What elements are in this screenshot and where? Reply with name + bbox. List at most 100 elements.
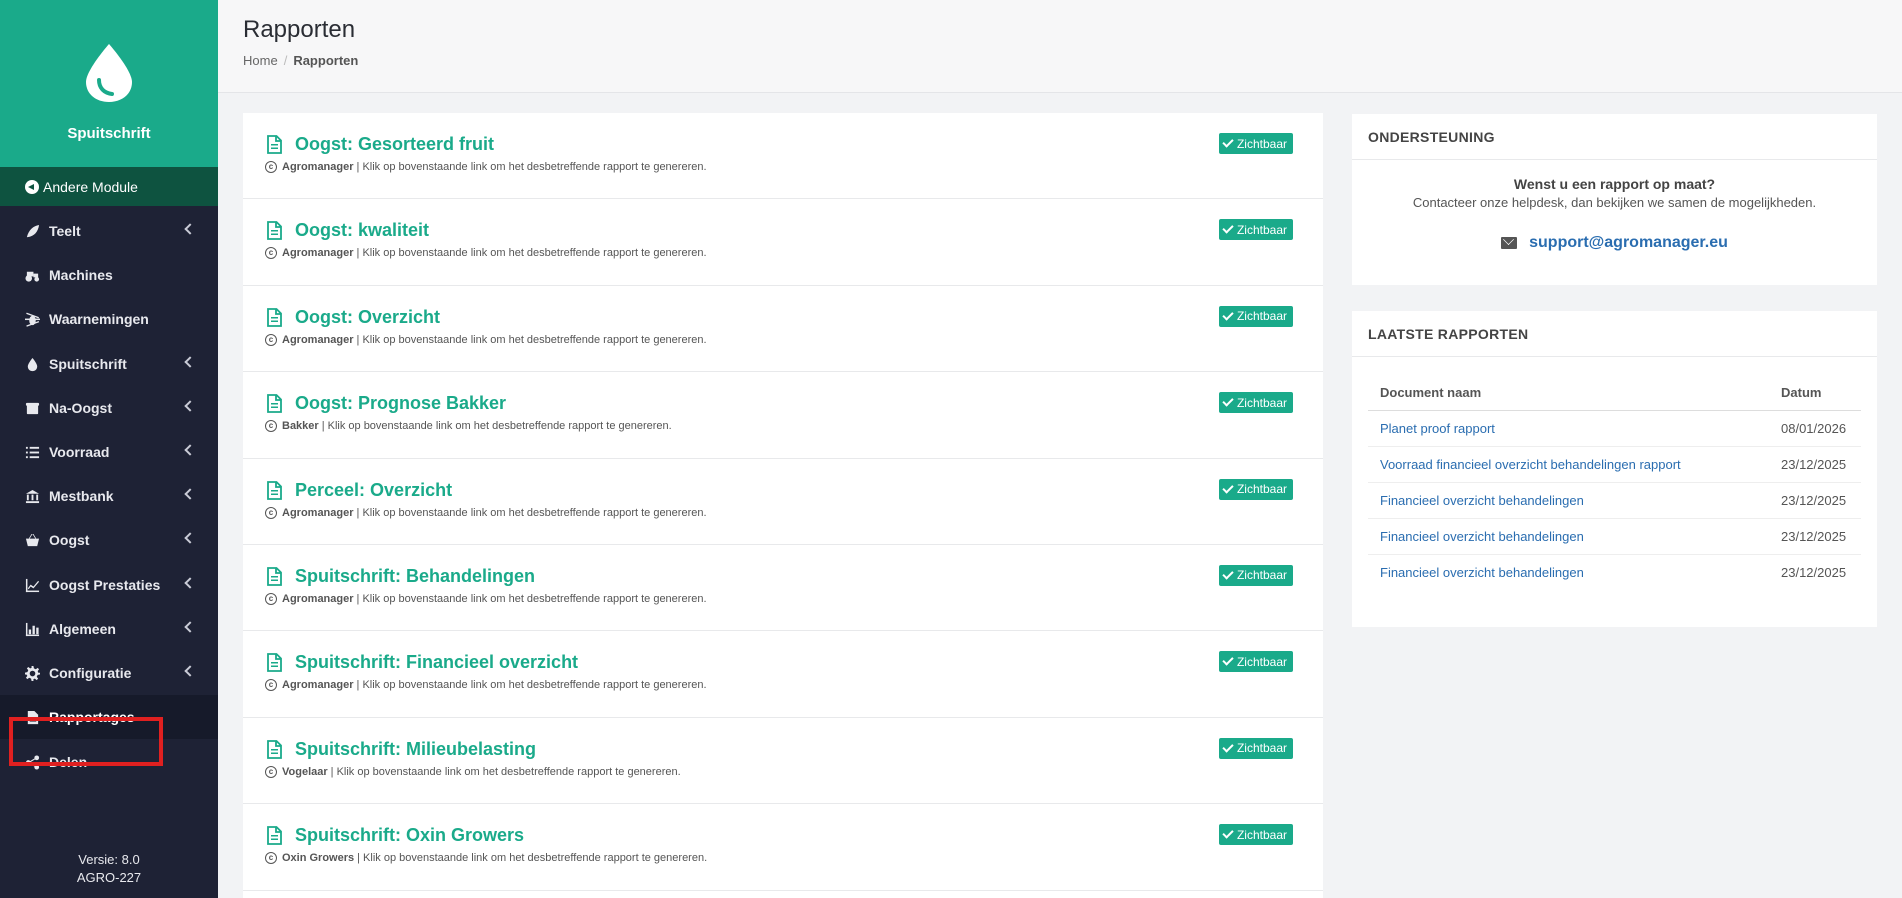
document-date: 08/01/2026: [1769, 410, 1861, 447]
copyright-icon: c: [265, 592, 277, 605]
report-title-link[interactable]: Oogst: kwaliteit: [295, 220, 429, 241]
arrow-left-circle-icon: [25, 179, 39, 194]
document-date: 23/12/2025: [1769, 446, 1861, 483]
document-link[interactable]: Planet proof rapport: [1368, 410, 1769, 447]
visibility-badge[interactable]: Zichtbaar: [1218, 392, 1293, 414]
visibility-badge[interactable]: Zichtbaar: [1218, 305, 1293, 327]
report-author: Bakker: [282, 420, 319, 433]
report-item: Spuitschrift: Behandelingen c Agromanager |…: [243, 545, 1323, 632]
document-date: 23/12/2025: [1769, 518, 1861, 555]
badge-label: Zichtbaar: [1236, 568, 1287, 583]
other-module-button[interactable]: Andere Module: [0, 167, 218, 206]
copyright-icon: c: [265, 161, 277, 173]
report-item: Spuitschrift: Milieubelasting c Vogelaar | …: [243, 718, 1323, 805]
sidebar-item-configuratie[interactable]: Configuratie: [0, 651, 218, 695]
report-subtitle: c Agromanager | Klik op bovenstaande link …: [265, 161, 707, 173]
document-date: 23/12/2025: [1769, 482, 1861, 519]
sidebar-item-mestbank[interactable]: Mestbank: [0, 474, 218, 518]
highlight-box: [9, 717, 163, 766]
document-link[interactable]: Financieel overzicht behandelingen: [1368, 554, 1769, 590]
document-link[interactable]: Financieel overzicht behandelingen: [1368, 482, 1769, 519]
report-title-link[interactable]: Oogst: Overzicht: [295, 307, 440, 328]
support-contact-text: Contacteer onze helpdesk, dan bekijken w…: [1412, 195, 1817, 210]
report-description: | Klik op bovenstaande link om het desbe…: [330, 765, 681, 778]
sidebar-item-algemeen[interactable]: Algemeen: [0, 607, 218, 651]
report-subtitle: c Agromanager | Klik op bovenstaande link …: [265, 333, 707, 346]
line-chart-icon: [24, 577, 40, 593]
chevron-left-icon[interactable]: [184, 621, 196, 633]
chevron-left-icon[interactable]: [184, 444, 196, 456]
visibility-badge[interactable]: Zichtbaar: [1218, 219, 1293, 241]
sidebar-item-label: Algemeen: [49, 621, 116, 637]
document-icon: [267, 826, 282, 846]
document-link[interactable]: Voorraad financieel overzicht behandelin…: [1368, 446, 1769, 483]
document-icon: [267, 653, 282, 673]
latest-reports-panel: LAATSTE RAPPORTEN Document naam Datum Pl…: [1352, 311, 1877, 627]
sidebar-item-oogst[interactable]: Oogst: [0, 518, 218, 562]
report-title-link[interactable]: Spuitschrift: Behandelingen: [295, 566, 535, 587]
visibility-badge[interactable]: Zichtbaar: [1218, 478, 1293, 500]
sidebar-item-label: Oogst Prestaties: [49, 577, 161, 593]
copyright-icon: c: [265, 247, 277, 260]
support-email[interactable]: support@agromanager.eu: [1529, 234, 1728, 252]
report-subtitle: c Agromanager | Klik op bovenstaande link …: [265, 679, 707, 692]
visibility-badge[interactable]: Zichtbaar: [1218, 651, 1293, 673]
report-item: Oogst: Gesorteerd fruit c Agromanager | Kli…: [243, 113, 1323, 200]
report-item: Perceel: Overzicht c Agromanager | Klik op …: [243, 459, 1323, 545]
visibility-badge[interactable]: Zichtbaar: [1218, 564, 1293, 586]
chevron-left-icon[interactable]: [184, 400, 196, 412]
support-email-link[interactable]: support@agromanager.eu: [1352, 234, 1877, 252]
report-title-link[interactable]: Oogst: Gesorteerd fruit: [295, 134, 494, 155]
report-author: Vogelaar: [282, 765, 328, 778]
report-description: | Klik op bovenstaande link om het desbe…: [321, 420, 672, 433]
breadcrumb-home[interactable]: Home: [243, 53, 278, 68]
chevron-left-icon[interactable]: [184, 665, 196, 677]
badge-label: Zichtbaar: [1236, 309, 1287, 324]
chevron-left-icon[interactable]: [184, 488, 196, 500]
badge-label: Zichtbaar: [1236, 827, 1287, 842]
visibility-badge[interactable]: Zichtbaar: [1218, 824, 1293, 846]
sidebar-item-label: Teelt: [49, 223, 81, 239]
envelope-icon: [1501, 237, 1518, 249]
report-title-link[interactable]: Spuitschrift: Financieel overzicht: [295, 652, 578, 673]
report-description: | Klik op bovenstaande link om het desbe…: [356, 161, 707, 173]
badge-label: Zichtbaar: [1236, 482, 1287, 497]
sidebar-item-teelt[interactable]: Teelt: [0, 209, 218, 253]
sidebar-item-oogst-prestaties[interactable]: Oogst Prestaties: [0, 563, 218, 607]
document-link[interactable]: Financieel overzicht behandelingen: [1368, 518, 1769, 555]
sidebar-item-label: Machines: [49, 267, 113, 283]
copyright-icon: c: [265, 852, 277, 865]
sidebar-item-waarnemingen[interactable]: Waarnemingen: [0, 297, 218, 341]
sidebar-item-voorraad[interactable]: Voorraad: [0, 430, 218, 474]
report-author: Agromanager: [282, 247, 354, 260]
chevron-left-icon[interactable]: [184, 356, 196, 368]
page-header: Rapporten Home / Rapporten: [218, 0, 1902, 93]
report-item: Oogst: Prognose Bakker c Bakker | Klik op b…: [243, 372, 1323, 459]
document-icon: [267, 739, 282, 759]
check-icon: [1222, 309, 1234, 321]
report-title-link[interactable]: Perceel: Overzicht: [295, 480, 452, 501]
chevron-left-icon[interactable]: [184, 577, 196, 589]
chevron-left-icon[interactable]: [184, 223, 196, 235]
report-subtitle: c Agromanager | Klik op bovenstaande link …: [265, 592, 707, 605]
chevron-left-icon[interactable]: [184, 532, 196, 544]
sidebar-item-spuitschrift[interactable]: Spuitschrift: [0, 342, 218, 386]
report-title-link[interactable]: Oogst: Prognose Bakker: [295, 393, 506, 414]
report-subtitle: c Vogelaar | Klik op bovenstaande link om …: [265, 765, 681, 778]
visibility-badge[interactable]: Zichtbaar: [1218, 133, 1293, 154]
report-item: Spuitschrift: Oxin Growers c Oxin Growers |…: [243, 804, 1323, 891]
visibility-badge[interactable]: Zichtbaar: [1218, 737, 1293, 759]
check-icon: [1222, 222, 1234, 235]
document-icon: [267, 567, 282, 586]
other-module-label: Andere Module: [43, 178, 138, 195]
copyright-icon: c: [265, 765, 277, 778]
sidebar-item-na-oogst[interactable]: Na-Oogst: [0, 386, 218, 430]
report-title-link[interactable]: Spuitschrift: Milieubelasting: [295, 739, 536, 760]
copyright-icon: c: [265, 420, 277, 433]
report-author: Agromanager: [282, 592, 354, 605]
report-description: | Klik op bovenstaande link om het desbe…: [357, 852, 708, 865]
badge-label: Zichtbaar: [1236, 654, 1287, 669]
sidebar-item-machines[interactable]: Machines: [0, 253, 218, 297]
brand[interactable]: Spuitschrift: [0, 0, 218, 167]
report-title-link[interactable]: Spuitschrift: Oxin Growers: [295, 825, 524, 846]
